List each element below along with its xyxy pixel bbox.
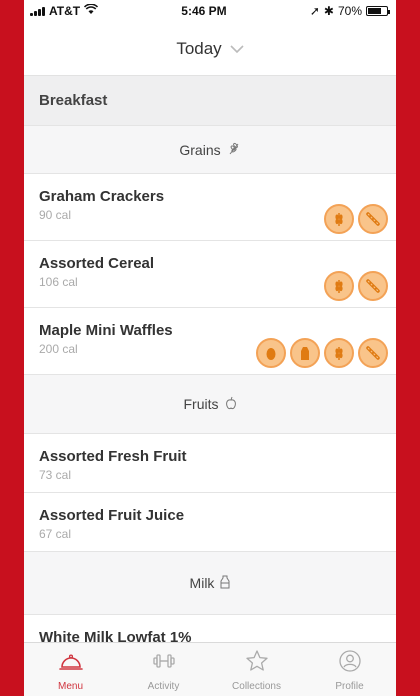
menu-item-maple-mini-waffles[interactable]: Maple Mini Waffles 200 cal — [24, 308, 396, 375]
battery-icon — [366, 6, 390, 16]
item-calories: 67 cal — [39, 527, 72, 541]
menu-item-assorted-cereal[interactable]: Assorted Cereal 106 cal — [24, 241, 396, 308]
gluten-icon — [358, 338, 388, 368]
status-bar: AT&T 5:46 PM ➚ ✱ 70% — [24, 0, 396, 22]
tab-label: Activity — [147, 680, 180, 692]
cloche-icon — [58, 648, 84, 681]
menu-list[interactable]: Breakfast Grains Graham Crackers 90 cal … — [24, 76, 396, 642]
clock-label: 5:46 PM — [181, 4, 227, 18]
tab-profile[interactable]: Profile — [305, 648, 395, 692]
fruit-icon — [225, 396, 237, 413]
category-label: Fruits — [183, 396, 219, 412]
gluten-icon — [358, 204, 388, 234]
milk-bottle-icon — [220, 575, 230, 592]
dumbbell-icon — [151, 648, 177, 681]
page-title: Today — [176, 38, 222, 58]
wheat-icon — [324, 204, 354, 234]
tab-bar: Menu Activity Collections Profile — [24, 642, 396, 696]
tab-label: Collections — [232, 680, 281, 692]
item-name: White Milk Lowfat 1% — [39, 629, 192, 642]
profile-icon — [337, 648, 363, 681]
bluetooth-icon: ✱ — [323, 4, 334, 18]
tab-label: Menu — [57, 680, 83, 692]
meal-section-header: Breakfast — [24, 76, 396, 126]
menu-item-graham-crackers[interactable]: Graham Crackers 90 cal — [24, 174, 396, 241]
wifi-icon — [84, 3, 99, 18]
category-label: Grains — [179, 141, 221, 158]
menu-item-assorted-fresh-fruit[interactable]: Assorted Fresh Fruit 73 cal — [24, 434, 396, 493]
phone-screen: AT&T 5:46 PM ➚ ✱ 70% Today Breakfast Gra… — [24, 0, 396, 696]
signal-icon — [30, 6, 45, 16]
menu-item-white-milk-lowfat[interactable]: White Milk Lowfat 1% — [24, 615, 396, 642]
tab-collections[interactable]: Collections — [212, 648, 302, 692]
gluten-icon — [358, 271, 388, 301]
tab-menu[interactable]: Menu — [26, 648, 116, 692]
date-selector[interactable]: Today — [24, 22, 396, 76]
category-header-milk: Milk — [24, 552, 396, 615]
location-arrow-icon: ➚ — [309, 4, 320, 18]
wheat-icon — [227, 141, 241, 158]
egg-icon — [256, 338, 286, 368]
tab-activity[interactable]: Activity — [119, 648, 209, 692]
chevron-down-icon[interactable] — [230, 41, 244, 57]
carrier-label: AT&T — [49, 4, 81, 18]
item-name: Assorted Fruit Juice — [39, 507, 185, 524]
category-header-grains: Grains — [24, 126, 396, 174]
tab-label: Profile — [335, 680, 364, 692]
wheat-icon — [324, 338, 354, 368]
wheat-icon — [324, 271, 354, 301]
item-calories: 73 cal — [39, 468, 72, 482]
battery-percent: 70% — [337, 4, 362, 18]
milk-carton-icon — [290, 338, 320, 368]
menu-item-assorted-fruit-juice[interactable]: Assorted Fruit Juice 67 cal — [24, 493, 396, 552]
category-label: Milk — [189, 575, 215, 591]
category-header-fruits: Fruits — [24, 375, 396, 434]
star-icon — [244, 648, 270, 681]
item-name: Assorted Fresh Fruit — [39, 448, 187, 465]
